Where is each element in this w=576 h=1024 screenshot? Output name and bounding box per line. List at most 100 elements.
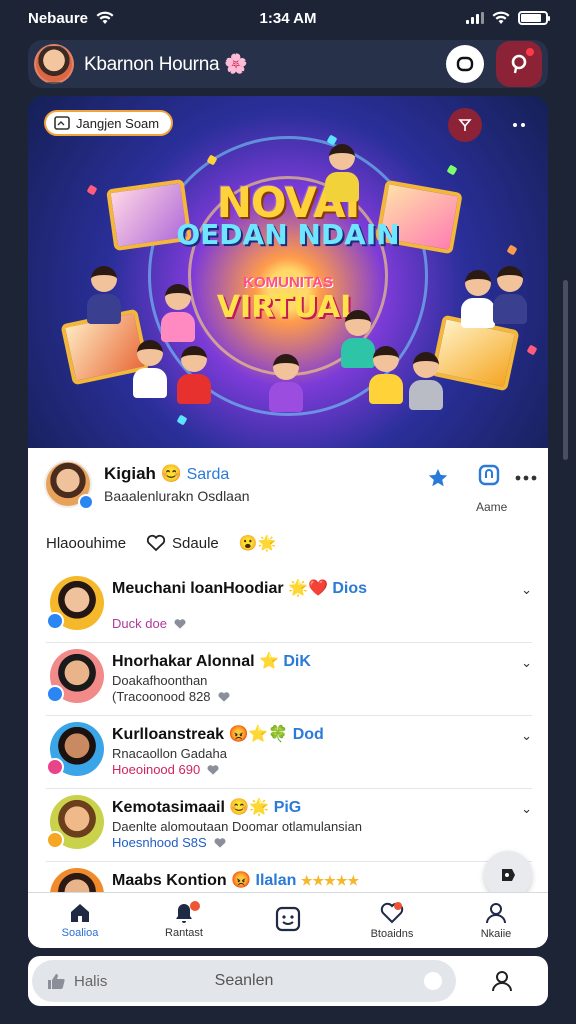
member-name: Hnorhakar Alonnal ⭐ DiK bbox=[112, 653, 311, 670]
chevron-down-icon[interactable]: ⌄ bbox=[521, 582, 532, 598]
character bbox=[86, 266, 122, 324]
character bbox=[324, 144, 360, 202]
confetti bbox=[446, 164, 458, 176]
notifications-button[interactable] bbox=[496, 41, 542, 87]
emoji-icon[interactable] bbox=[424, 972, 442, 990]
member-row[interactable]: Meuchani loanHoodiar 🌟❤️ Dios Duck doe ⌄ bbox=[46, 570, 532, 643]
member-name: Kurlloanstreak 😡⭐🍀 Dod bbox=[112, 726, 324, 743]
member-emoji: ⭐ bbox=[259, 653, 279, 670]
action-like[interactable]: Sdaule bbox=[146, 534, 219, 552]
member-name: Maabs Kontion 😡 Ilalan ★★★★★ bbox=[112, 872, 360, 889]
character bbox=[368, 346, 404, 404]
member-name: Meuchani loanHoodiar 🌟❤️ Dios bbox=[112, 580, 367, 597]
member-row[interactable]: Hnorhakar Alonnal ⭐ DiK Doakafhoonthan (… bbox=[46, 643, 532, 716]
heart-icon bbox=[214, 837, 226, 848]
action-row: Hlaoouhime Sdaule 😮🌟 bbox=[46, 530, 276, 556]
member-tag: Dios bbox=[332, 580, 367, 597]
person-icon bbox=[486, 903, 506, 924]
character bbox=[408, 352, 444, 410]
banner-subtitle: OEDAN NDAIN bbox=[176, 218, 400, 251]
character bbox=[176, 346, 212, 404]
community-banner[interactable]: Jangjen Soam NOVAI OEDAN NDAIN KOMUNITAS… bbox=[28, 96, 548, 448]
home-icon bbox=[71, 904, 89, 922]
banner-chip[interactable]: Jangjen Soam bbox=[44, 110, 174, 136]
banner-more-button[interactable] bbox=[502, 108, 536, 142]
member-tag: DiK bbox=[283, 653, 311, 670]
character bbox=[492, 266, 528, 324]
rating-stars: ★★★★★ bbox=[300, 873, 360, 888]
tab-messages[interactable]: Btoaidns bbox=[340, 893, 444, 948]
battery-icon bbox=[518, 11, 550, 25]
member-tag: Ilalan bbox=[255, 872, 297, 889]
bookmark-square-icon bbox=[478, 464, 500, 486]
heart-outline-icon bbox=[146, 534, 166, 552]
character bbox=[132, 340, 168, 398]
profile-name[interactable]: Kbarnon Hourna 🌸 bbox=[84, 52, 248, 76]
action-reactions[interactable]: 😮🌟 bbox=[239, 534, 276, 552]
member-stat: Hoeoinood 690 bbox=[112, 762, 220, 777]
notification-dot bbox=[190, 901, 201, 911]
heart-icon bbox=[207, 764, 219, 775]
scrollbar[interactable] bbox=[563, 280, 568, 460]
member-row[interactable]: Kurlloanstreak 😡⭐🍀 Dod Rnacaollon Gadaha… bbox=[46, 716, 532, 789]
tag-icon bbox=[502, 869, 515, 881]
member-tag: PiG bbox=[273, 799, 302, 816]
banner-drink-button[interactable] bbox=[448, 108, 482, 142]
smile-square-icon bbox=[275, 906, 301, 932]
smile-icon: 😊 bbox=[160, 464, 182, 483]
member-subtitle: Daenlte alomoutaan Doomar otlamulansian bbox=[112, 819, 363, 834]
character bbox=[160, 284, 196, 342]
member-emoji: 😊🌟 bbox=[229, 799, 270, 816]
carrier-label: Nebaure bbox=[28, 9, 89, 27]
member-badge-icon bbox=[46, 758, 64, 776]
member-tag: Dod bbox=[292, 726, 324, 743]
character bbox=[268, 354, 304, 412]
confetti bbox=[526, 344, 538, 356]
verified-badge-icon bbox=[78, 494, 94, 510]
group-more-button[interactable] bbox=[512, 464, 540, 492]
star-icon bbox=[428, 468, 448, 487]
member-badge-icon bbox=[46, 831, 64, 849]
group-title[interactable]: Kigiah 😊 Sarda bbox=[104, 464, 229, 484]
member-badge-icon bbox=[46, 685, 64, 703]
member-emoji: 😡⭐🍀 bbox=[228, 726, 289, 743]
image-frame-icon bbox=[54, 116, 70, 130]
search-input[interactable]: Halis Seanlen bbox=[32, 960, 456, 1002]
member-badge-icon bbox=[46, 612, 64, 630]
chevron-down-icon[interactable]: ⌄ bbox=[521, 801, 532, 817]
profile-header: Kbarnon Hourna 🌸 bbox=[28, 40, 548, 88]
member-list: Meuchani loanHoodiar 🌟❤️ Dios Duck doe ⌄… bbox=[46, 570, 532, 935]
action-members[interactable]: Hlaoouhime bbox=[46, 535, 126, 552]
member-name: Kemotasimaail 😊🌟 PiG bbox=[112, 799, 302, 816]
member-subtitle: Rnacaollon Gadaha bbox=[112, 746, 227, 761]
tab-home[interactable]: Soalioa bbox=[28, 893, 132, 948]
chat-button[interactable] bbox=[446, 45, 484, 83]
more-horizontal-icon bbox=[515, 475, 537, 481]
follow-button[interactable] bbox=[476, 462, 502, 488]
member-stat: Duck doe bbox=[112, 616, 187, 631]
character bbox=[460, 270, 496, 328]
confetti bbox=[176, 414, 188, 426]
tab-stickers[interactable] bbox=[236, 893, 340, 948]
notification-dot bbox=[524, 46, 536, 58]
tab-profile[interactable]: Nkaiie bbox=[444, 893, 548, 948]
group-card: Kigiah 😊 Sarda Baaalenlurakn Osdlaan Aam… bbox=[28, 448, 548, 948]
thumbs-up-icon bbox=[48, 974, 65, 989]
chevron-down-icon[interactable]: ⌄ bbox=[521, 728, 532, 744]
chevron-down-icon[interactable]: ⌄ bbox=[521, 655, 532, 671]
member-emoji: 🌟❤️ bbox=[288, 580, 328, 597]
profile-avatar[interactable] bbox=[34, 44, 74, 84]
account-button[interactable] bbox=[456, 969, 548, 993]
signal-icon bbox=[466, 12, 484, 24]
member-subtitle: Doakafhoonthan bbox=[112, 673, 208, 688]
favorite-button[interactable] bbox=[424, 464, 452, 492]
search-left-label: Halis bbox=[74, 972, 108, 990]
group-header: Kigiah 😊 Sarda Baaalenlurakn Osdlaan Aam… bbox=[44, 460, 537, 514]
tab-bar: Soalioa Rantast Btoaidns Nkaiie bbox=[28, 892, 548, 948]
tab-notifications[interactable]: Rantast bbox=[132, 893, 236, 948]
member-stat: Hoesnhood S8S bbox=[112, 835, 227, 850]
member-stat: (Tracoonood 828 bbox=[112, 689, 231, 704]
member-row[interactable]: Kemotasimaail 😊🌟 PiG Daenlte alomoutaan … bbox=[46, 789, 532, 862]
status-bar: Nebaure 1:34 AM bbox=[0, 0, 576, 36]
bottom-search-bar: Halis Seanlen bbox=[28, 956, 548, 1006]
